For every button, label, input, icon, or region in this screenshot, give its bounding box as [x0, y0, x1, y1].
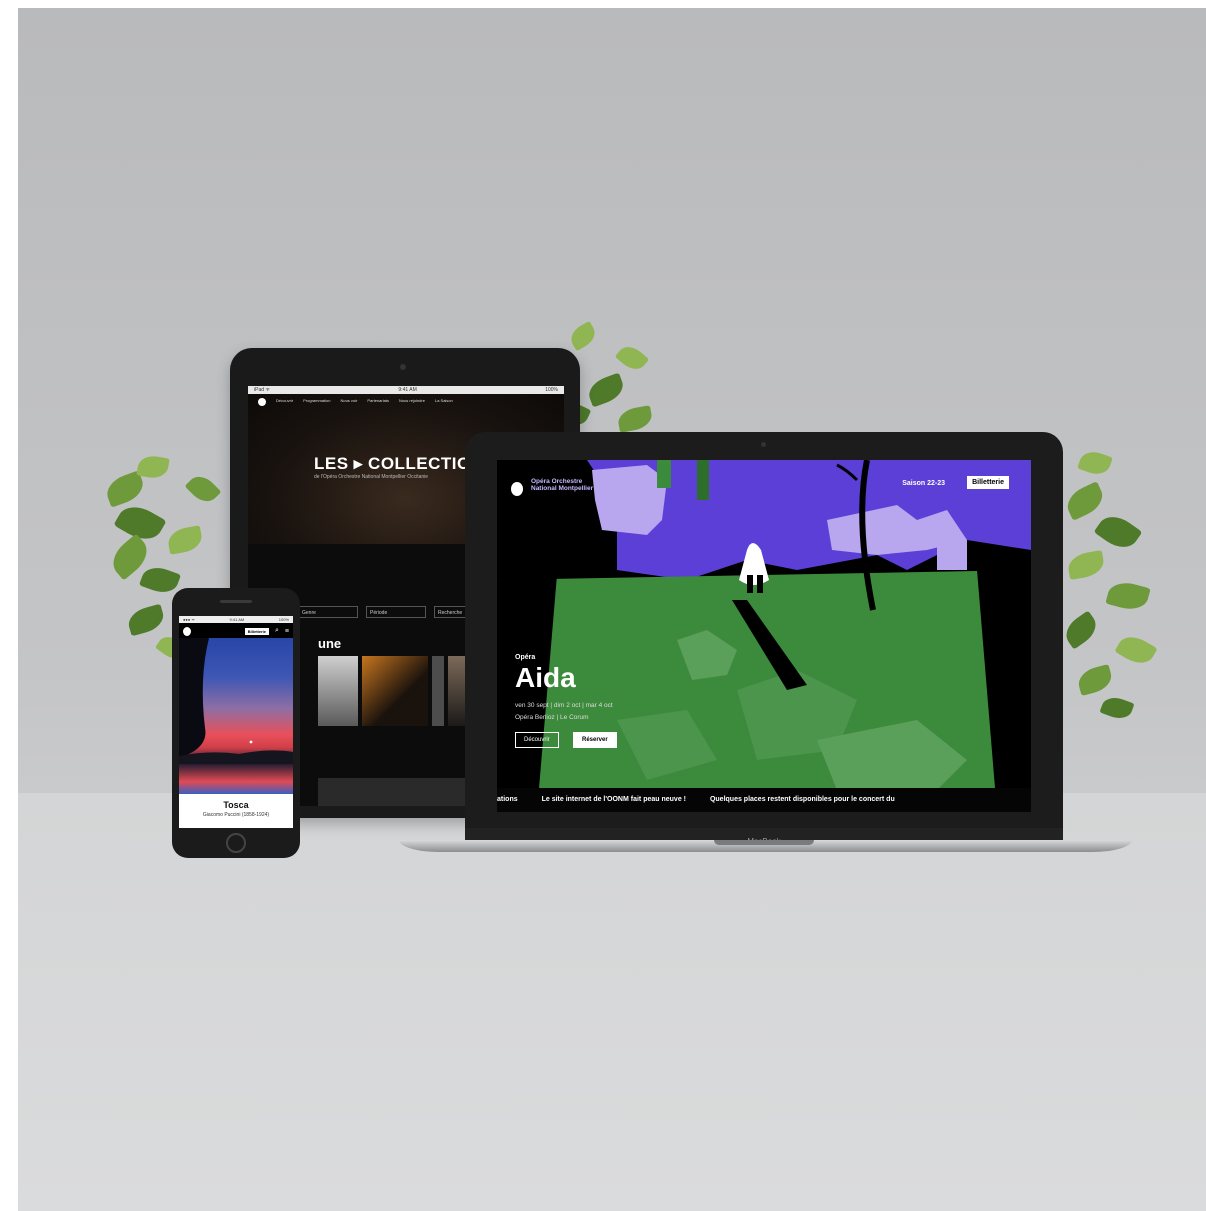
filter-genre-select[interactable]: Genre [298, 606, 358, 618]
tablet-camera [400, 364, 406, 370]
tablet-card-3[interactable] [432, 656, 444, 726]
laptop-base [399, 840, 1132, 852]
ticker-item[interactable]: ations [497, 796, 518, 803]
laptop-notch [714, 840, 814, 845]
tablet-hero-subtitle: de l'Opéra Orchestre National Montpellie… [314, 474, 429, 480]
phone-speaker [220, 600, 252, 603]
phone-nav: Billetterie ⌕ ≡ [179, 624, 293, 638]
event-dates: ven 30 sept | dim 2 oct | mar 4 oct [515, 702, 613, 709]
laptop-camera [761, 442, 766, 447]
tickets-button[interactable]: Billetterie [967, 476, 1009, 489]
phone-device: ●●● ᯤ 9:41 AM 100% Billetterie ⌕ ≡ Tosca… [172, 588, 300, 858]
menu-icon[interactable]: ≡ [285, 628, 289, 635]
book-button[interactable]: Réserver [573, 732, 617, 748]
tablet-card-1[interactable] [318, 656, 358, 726]
tablet-card-2[interactable] [362, 656, 428, 726]
show-subtitle: Giacomo Puccini (1858-1924) [202, 812, 270, 818]
tablet-thumb-row[interactable] [318, 778, 468, 806]
tablet-nav-item[interactable]: Programmation [303, 398, 330, 406]
season-link[interactable]: Saison 22-23 [902, 480, 945, 487]
tablet-logo-icon[interactable] [258, 398, 266, 406]
ticker-item[interactable]: Le site internet de l'OONM fait peau neu… [542, 796, 686, 803]
tablet-status-left: iPad ᯤ [254, 387, 270, 393]
tablet-status-time: 9:41 AM [398, 387, 417, 393]
phone-logo-icon[interactable] [183, 626, 191, 636]
phone-status-time: 9:41 AM [229, 617, 245, 622]
tosca-illustration [179, 638, 293, 764]
news-ticker[interactable]: ations Le site internet de l'OONM fait p… [497, 788, 1031, 812]
tablet-section-title: une [318, 636, 342, 651]
mockup-scene: iPad ᯤ 9:41 AM 100% Découvrir Programmat… [18, 8, 1206, 1211]
event-category: Opéra [515, 654, 536, 661]
opera-logo-icon[interactable] [511, 482, 523, 496]
phone-screen: ●●● ᯤ 9:41 AM 100% Billetterie ⌕ ≡ Tosca… [179, 616, 293, 828]
opera-brand-name[interactable]: Opéra Orchestre National Montpellier [531, 478, 601, 492]
tablet-nav-item[interactable]: Partenariats [367, 398, 389, 406]
event-title: Aida [515, 662, 576, 693]
tablet-nav: Découvrir Programmation Nous voir Parten… [258, 398, 558, 406]
laptop-device: Opéra Orchestre National Montpellier Sai… [465, 432, 1063, 850]
phone-status-left: ●●● ᯤ [183, 617, 196, 622]
phone-tickets-button[interactable]: Billetterie [244, 627, 269, 635]
ticker-item[interactable]: Quelques places restent disponibles pour… [710, 796, 895, 803]
tosca-artwork [179, 638, 293, 794]
phone-status-right: 100% [278, 617, 289, 622]
filter-period-select[interactable]: Période [366, 606, 426, 618]
tablet-nav-item[interactable]: La Saison [435, 398, 453, 406]
tablet-status-right: 100% [545, 387, 558, 393]
tablet-nav-item[interactable]: Découvrir [276, 398, 293, 406]
phone-status-bar: ●●● ᯤ 9:41 AM 100% [179, 616, 293, 623]
phone-home-button[interactable] [226, 833, 246, 853]
tablet-nav-item[interactable]: Nous voir [340, 398, 357, 406]
tablet-nav-item[interactable]: Nous rejoindre [399, 398, 425, 406]
tosca-card[interactable]: Tosca Giacomo Puccini (1858-1924) [179, 794, 293, 828]
tablet-hero-title: LES ▸ COLLECTION [314, 454, 484, 473]
event-venue: Opéra Berlioz | Le Corum [515, 714, 589, 721]
tablet-status-bar: iPad ᯤ 9:41 AM 100% [248, 386, 564, 394]
laptop-screen: Opéra Orchestre National Montpellier Sai… [497, 460, 1031, 812]
show-title: Tosca [223, 800, 249, 810]
discover-button[interactable]: Découvrir [515, 732, 559, 748]
aida-illustration [497, 460, 1031, 812]
search-icon[interactable]: ⌕ [275, 627, 279, 635]
